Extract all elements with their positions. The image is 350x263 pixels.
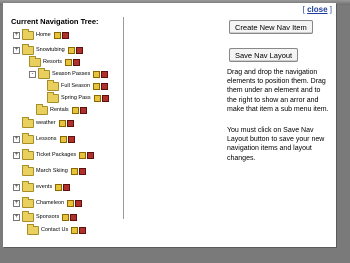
folder-icon bbox=[47, 79, 59, 91]
tree-node-march-skiing[interactable]: March Skiing bbox=[13, 164, 86, 176]
tree-node-sponsors[interactable]: + Sponsors bbox=[13, 210, 78, 222]
edit-icon[interactable] bbox=[59, 135, 67, 143]
folder-icon bbox=[27, 223, 39, 235]
delete-icon[interactable] bbox=[87, 151, 95, 159]
folder-icon bbox=[22, 180, 34, 192]
expand-toggle[interactable]: + bbox=[13, 183, 20, 191]
collapse-toggle[interactable]: - bbox=[29, 70, 36, 78]
edit-icon[interactable] bbox=[67, 46, 75, 54]
tree-node-label: Chameleon bbox=[36, 200, 65, 206]
tree-node-lessons[interactable]: + Lessons bbox=[13, 132, 75, 144]
expand-toggle[interactable]: + bbox=[13, 46, 20, 54]
edit-icon[interactable] bbox=[93, 82, 101, 90]
delete-icon[interactable] bbox=[75, 46, 83, 54]
folder-icon bbox=[47, 91, 59, 103]
edit-icon[interactable] bbox=[93, 70, 101, 78]
delete-icon[interactable] bbox=[101, 82, 109, 90]
save-nav-layout-button[interactable]: Save Nav Layout bbox=[229, 48, 299, 62]
tree-node-label: weather bbox=[36, 120, 56, 126]
tree-node-label: Resorts bbox=[43, 59, 62, 65]
tree-node-weather[interactable]: weather bbox=[13, 116, 74, 128]
close-link-wrapper: [ close ] bbox=[302, 5, 332, 14]
tree-node-snowtubing[interactable]: + Snowtubing bbox=[13, 43, 83, 55]
delete-icon[interactable] bbox=[61, 31, 69, 39]
expand-toggle[interactable]: + bbox=[13, 199, 20, 207]
edit-icon[interactable] bbox=[71, 106, 79, 114]
delete-icon[interactable] bbox=[67, 135, 75, 143]
tree-node-label: Full Season bbox=[61, 83, 91, 89]
delete-icon[interactable] bbox=[78, 167, 86, 175]
tree-node-chameleon[interactable]: + Chameleon bbox=[13, 196, 83, 208]
tree-node-label: events bbox=[36, 184, 53, 190]
tree-node-spring-pass[interactable]: Spring Pass bbox=[47, 91, 109, 103]
save-instructions: You must click on Save Nav Layout button… bbox=[227, 127, 325, 162]
folder-icon bbox=[22, 148, 34, 160]
expand-toggle bbox=[13, 120, 20, 127]
tree-node-home[interactable]: + Home bbox=[13, 28, 69, 40]
delete-icon[interactable] bbox=[101, 70, 109, 78]
tree-node-label: March Skiing bbox=[36, 168, 68, 174]
delete-icon[interactable] bbox=[63, 183, 71, 191]
delete-icon[interactable] bbox=[79, 226, 87, 234]
tree-node-label: Ticket Packages bbox=[36, 152, 77, 158]
expand-toggle[interactable]: + bbox=[13, 151, 20, 159]
nav-editor-dialog: [ close ] Current Navigation Tree: + Hom… bbox=[3, 3, 336, 247]
folder-icon bbox=[22, 196, 34, 208]
folder-icon bbox=[29, 55, 41, 67]
edit-icon[interactable] bbox=[79, 151, 87, 159]
edit-icon[interactable] bbox=[93, 94, 101, 102]
edit-icon[interactable] bbox=[55, 183, 63, 191]
tree-node-label: Lessons bbox=[36, 136, 57, 142]
tree-node-resorts[interactable]: Resorts bbox=[29, 55, 80, 67]
expand-toggle[interactable]: + bbox=[13, 31, 20, 39]
folder-icon bbox=[22, 164, 34, 176]
edit-icon[interactable] bbox=[67, 199, 75, 207]
edit-icon[interactable] bbox=[62, 213, 70, 221]
edit-icon[interactable] bbox=[64, 58, 72, 66]
tree-node-label: Rentals bbox=[50, 107, 69, 113]
expand-toggle[interactable]: + bbox=[13, 135, 20, 143]
close-link[interactable]: close bbox=[307, 5, 327, 14]
edit-icon[interactable] bbox=[53, 31, 61, 39]
folder-icon bbox=[22, 132, 34, 144]
folder-icon bbox=[36, 103, 48, 115]
delete-icon[interactable] bbox=[75, 199, 83, 207]
delete-icon[interactable] bbox=[70, 213, 78, 221]
folder-icon bbox=[22, 210, 34, 222]
tree-node-label: Home bbox=[36, 32, 51, 38]
navigation-tree: Current Navigation Tree: + Home + Snowtu… bbox=[11, 17, 124, 235]
tree-node-season-passes[interactable]: - Season Passes bbox=[29, 67, 109, 79]
tree-node-events[interactable]: + events bbox=[13, 180, 71, 192]
tree-node-label: Contact Us bbox=[41, 227, 69, 233]
tree-node-label: Season Passes bbox=[52, 71, 91, 77]
folder-icon bbox=[22, 28, 34, 40]
tree-node-rentals[interactable]: Rentals bbox=[36, 103, 87, 115]
tree-node-label: Snowtubing bbox=[36, 47, 65, 53]
expand-toggle bbox=[13, 168, 20, 175]
delete-icon[interactable] bbox=[79, 106, 87, 114]
drag-drop-instructions: Drag and drop the navigation elements to… bbox=[227, 69, 329, 113]
folder-icon bbox=[38, 67, 50, 79]
edit-icon[interactable] bbox=[71, 226, 79, 234]
expand-toggle[interactable]: + bbox=[13, 213, 20, 221]
tree-node-label: Sponsors bbox=[36, 214, 60, 220]
delete-icon[interactable] bbox=[101, 94, 109, 102]
create-nav-item-button[interactable]: Create New Nav Item bbox=[229, 20, 313, 34]
edit-icon[interactable] bbox=[70, 167, 78, 175]
tree-node-label: Spring Pass bbox=[61, 95, 91, 101]
tree-node-contact-us[interactable]: Contact Us bbox=[27, 223, 87, 235]
folder-icon bbox=[22, 116, 34, 128]
tree-title: Current Navigation Tree: bbox=[11, 17, 99, 26]
folder-icon bbox=[22, 43, 34, 55]
delete-icon[interactable] bbox=[66, 119, 74, 127]
edit-icon[interactable] bbox=[58, 119, 66, 127]
delete-icon[interactable] bbox=[72, 58, 80, 66]
tree-node-full-season[interactable]: Full Season bbox=[47, 79, 109, 91]
tree-node-ticket-packages[interactable]: + Ticket Packages bbox=[13, 148, 95, 160]
